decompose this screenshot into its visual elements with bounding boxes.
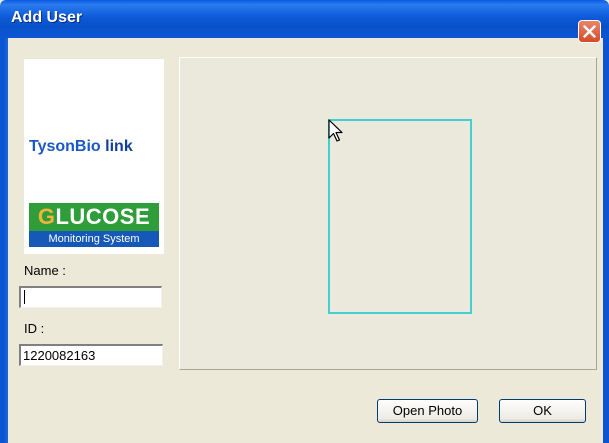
open-photo-button[interactable]: Open Photo bbox=[377, 399, 478, 423]
text-caret bbox=[24, 290, 25, 304]
add-user-dialog: Add User TysonBio link GLUCOSE Monitorin… bbox=[0, 0, 609, 443]
product-name: GLUCOSE bbox=[29, 203, 159, 231]
title-bar[interactable]: Add User bbox=[0, 0, 609, 43]
photo-panel[interactable] bbox=[179, 57, 597, 370]
photo-frame bbox=[328, 119, 472, 314]
product-logo: GLUCOSE Monitoring System bbox=[29, 203, 159, 247]
window-title: Add User bbox=[11, 9, 83, 26]
brand-link: link bbox=[100, 138, 133, 155]
window-border-left bbox=[0, 38, 8, 443]
id-field[interactable] bbox=[19, 344, 163, 366]
close-icon bbox=[583, 25, 596, 38]
id-label: ID : bbox=[24, 321, 45, 336]
mouse-pointer-icon bbox=[328, 119, 343, 142]
ok-button[interactable]: OK bbox=[499, 399, 586, 423]
name-field[interactable] bbox=[19, 286, 162, 308]
product-initial: G bbox=[37, 204, 56, 229]
logo-panel: TysonBio link GLUCOSE Monitoring System bbox=[24, 59, 164, 254]
product-name-rest: LUCOSE bbox=[55, 204, 151, 229]
close-button[interactable] bbox=[578, 20, 601, 43]
window-border-right bbox=[603, 38, 609, 443]
name-label: Name : bbox=[24, 263, 66, 278]
product-subtitle: Monitoring System bbox=[29, 231, 159, 247]
brand-logo: TysonBio link bbox=[29, 138, 161, 158]
brand-name: TysonBio bbox=[29, 138, 101, 155]
